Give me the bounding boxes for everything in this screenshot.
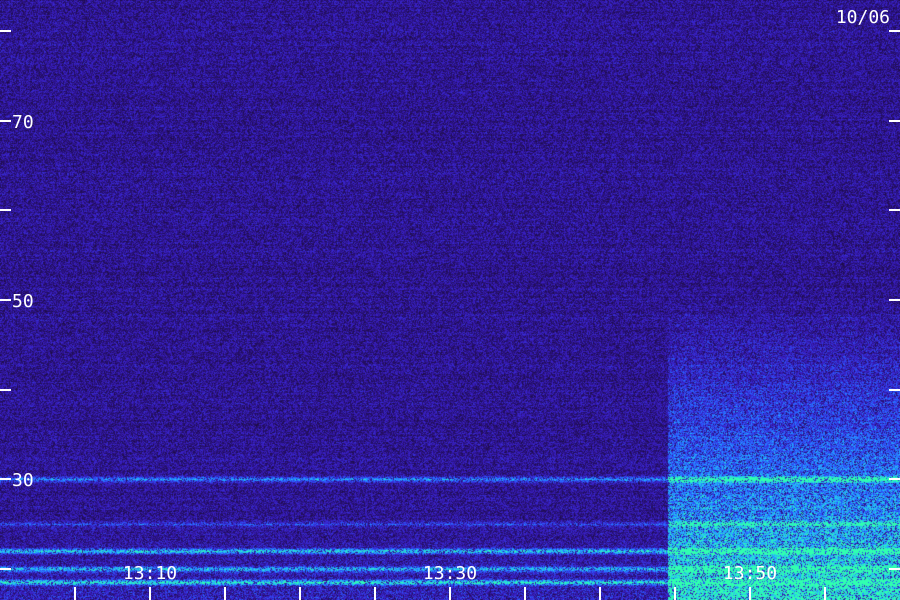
x-axis-ticks: 13:10 13:30 13:50	[74, 563, 826, 600]
x-tick-label: 13:10	[123, 563, 177, 584]
spectrogram-chart: 30 50 70 13:10 13:30 13:50 10/06	[0, 0, 900, 600]
y-tick-label: 70	[12, 112, 34, 133]
y-axis-ticks: 30 50 70	[0, 30, 900, 570]
date-label: 10/06	[836, 7, 890, 28]
axis-overlay: 30 50 70 13:10 13:30 13:50 10/06	[0, 7, 900, 600]
y-tick-label: 30	[12, 470, 34, 491]
y-tick-label: 50	[12, 291, 34, 312]
x-tick-label: 13:30	[423, 563, 477, 584]
x-tick-label: 13:50	[723, 563, 777, 584]
